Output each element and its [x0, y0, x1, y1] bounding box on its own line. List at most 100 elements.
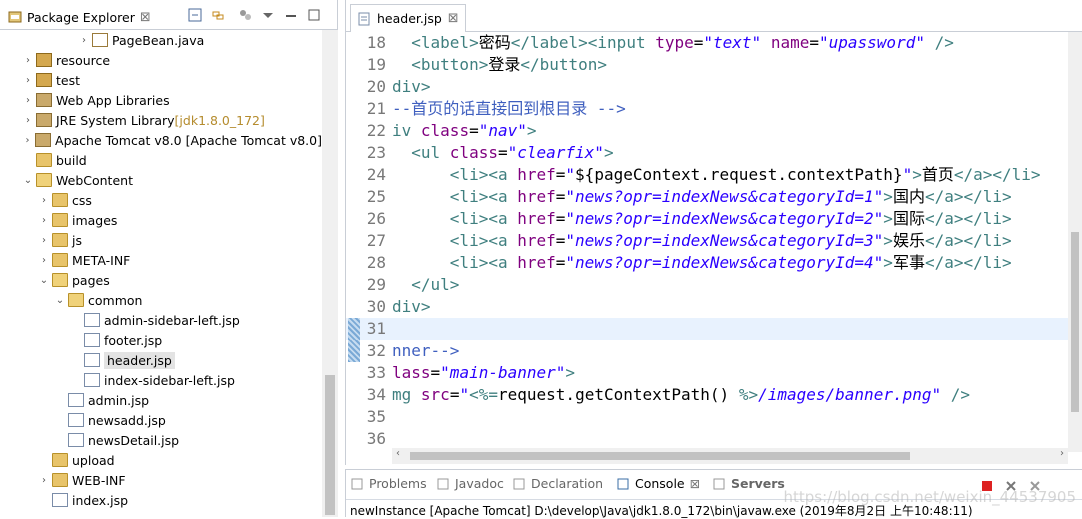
- tree-item[interactable]: › resource: [0, 50, 322, 70]
- tab-declaration[interactable]: Declaration: [512, 476, 603, 491]
- code-line[interactable]: 19 <button>登录</button>: [346, 54, 1082, 76]
- tab-package-explorer[interactable]: Package Explorer ⊠: [4, 6, 155, 28]
- code-line[interactable]: 28 <li><a href="news?opr=indexNews&categ…: [346, 252, 1082, 274]
- code-line[interactable]: 34 mg src="<%=request.getContextPath() %>…: [346, 384, 1082, 406]
- link-with-editor-icon[interactable]: [211, 8, 225, 22]
- code-line[interactable]: 27 <li><a href="news?opr=indexNews&categ…: [346, 230, 1082, 252]
- tree-item[interactable]: › Web App Libraries: [0, 90, 322, 110]
- tree-item[interactable]: newsDetail.jsp: [0, 430, 322, 450]
- code-line[interactable]: 32 nner-->: [346, 340, 1082, 362]
- tree-item[interactable]: › js: [0, 230, 322, 250]
- close-console-icon[interactable]: ⊠: [690, 476, 700, 491]
- change-marker: [348, 340, 360, 362]
- collapsed-arrow-icon[interactable]: ›: [22, 55, 34, 66]
- maximize-icon[interactable]: [307, 8, 321, 22]
- tree-item[interactable]: footer.jsp: [0, 330, 322, 350]
- view-menu-icon[interactable]: [261, 8, 275, 22]
- tree-item[interactable]: build: [0, 150, 322, 170]
- collapsed-arrow-icon[interactable]: ›: [22, 75, 34, 86]
- focus-icon[interactable]: [238, 8, 252, 22]
- close-icon[interactable]: ⊠: [140, 10, 151, 25]
- code-text: lass="main-banner">: [392, 363, 576, 382]
- explorer-scrollbar[interactable]: [322, 30, 338, 517]
- collapsed-arrow-icon[interactable]: ›: [38, 215, 50, 226]
- close-tab-icon[interactable]: ⊠: [448, 11, 459, 26]
- tree-item[interactable]: › WEB-INF: [0, 470, 322, 490]
- tab-servers[interactable]: Servers: [712, 476, 785, 491]
- tree-item[interactable]: › Apache Tomcat v8.0 [Apache Tomcat v8.0]: [0, 130, 323, 150]
- code-line[interactable]: 36: [346, 428, 1082, 450]
- collapsed-arrow-icon[interactable]: ›: [22, 135, 33, 146]
- collapsed-arrow-icon[interactable]: ›: [22, 115, 34, 126]
- tree-item[interactable]: index-sidebar-left.jsp: [0, 370, 322, 390]
- collapsed-arrow-icon[interactable]: ›: [38, 475, 50, 486]
- explorer-scroll-thumb[interactable]: [325, 375, 335, 515]
- code-line[interactable]: 21 --首页的话直接回到根目录 -->: [346, 98, 1082, 120]
- tab-console[interactable]: Console ⊠: [616, 476, 701, 491]
- collapsed-arrow-icon[interactable]: ›: [78, 35, 90, 46]
- code-line[interactable]: 24 <li><a href="${pageContext.request.co…: [346, 164, 1082, 186]
- tree-item[interactable]: › PageBean.java: [0, 30, 322, 50]
- code-line[interactable]: 29 </ul>: [346, 274, 1082, 296]
- tree-item[interactable]: admin.jsp: [0, 390, 322, 410]
- tree-item[interactable]: index.jsp: [0, 490, 322, 510]
- collapsed-arrow-icon[interactable]: ›: [38, 195, 50, 206]
- code-line[interactable]: 18 <label>密码</label><input type="text" n…: [346, 32, 1082, 54]
- tab-header-jsp[interactable]: header.jsp ⊠: [350, 4, 466, 32]
- tree-item-label: Web App Libraries: [56, 92, 170, 108]
- minimize-icon[interactable]: [284, 8, 298, 22]
- code-line[interactable]: 26 <li><a href="news?opr=indexNews&categ…: [346, 208, 1082, 230]
- code-line[interactable]: 23 <ul class="clearfix">: [346, 142, 1082, 164]
- scroll-right-icon[interactable]: ›: [1060, 448, 1064, 459]
- code-area[interactable]: 18 <label>密码</label><input type="text" n…: [346, 32, 1082, 452]
- terminate-icon[interactable]: [980, 479, 994, 493]
- console-tab-label: Javadoc: [455, 476, 504, 491]
- package-explorer-icon: [8, 10, 22, 24]
- code-line[interactable]: 35: [346, 406, 1082, 428]
- tab-javadoc[interactable]: Javadoc: [436, 476, 504, 491]
- collapsed-arrow-icon[interactable]: ›: [38, 255, 50, 266]
- expanded-arrow-icon[interactable]: ⌄: [54, 295, 66, 306]
- collapsed-arrow-icon[interactable]: ›: [38, 235, 50, 246]
- folder-open-icon: [36, 173, 52, 187]
- code-line[interactable]: 25 <li><a href="news?opr=indexNews&categ…: [346, 186, 1082, 208]
- tree-item[interactable]: ⌄ pages: [0, 270, 322, 290]
- code-line[interactable]: 22 iv class="nav">: [346, 120, 1082, 142]
- tree-item[interactable]: › test: [0, 70, 322, 90]
- tree-item-label: images: [72, 212, 118, 228]
- editor-horizontal-scrollbar[interactable]: ‹ ›: [392, 448, 1068, 464]
- tree-item[interactable]: ⌄ common: [0, 290, 322, 310]
- tree-item[interactable]: › css: [0, 190, 322, 210]
- library-icon: [36, 113, 52, 127]
- editor-hscroll-thumb[interactable]: [410, 452, 910, 460]
- tree-item-label: Apache Tomcat v8.0 [Apache Tomcat v8.0]: [55, 132, 322, 148]
- remove-all-icon[interactable]: [1028, 479, 1042, 493]
- code-line[interactable]: 33 lass="main-banner">: [346, 362, 1082, 384]
- tree-item[interactable]: › JRE System Library [jdk1.8.0_172]: [0, 110, 322, 130]
- tree-item[interactable]: upload: [0, 450, 322, 470]
- tree-item-label: newsadd.jsp: [88, 412, 166, 428]
- tree-item[interactable]: › META-INF: [0, 250, 322, 270]
- line-number: 34: [366, 385, 386, 404]
- tree-item[interactable]: › images: [0, 210, 322, 230]
- tree-item[interactable]: header.jsp: [0, 350, 322, 370]
- scroll-left-icon[interactable]: ‹: [396, 448, 400, 459]
- editor-vscroll-thumb[interactable]: [1071, 232, 1079, 412]
- editor-vertical-scrollbar[interactable]: [1068, 32, 1082, 452]
- code-line[interactable]: 30 div>: [346, 296, 1082, 318]
- code-text: mg src="<%=request.getContextPath() %>/i…: [392, 385, 971, 404]
- expanded-arrow-icon[interactable]: ⌄: [38, 275, 50, 286]
- tree-item[interactable]: newsadd.jsp: [0, 410, 322, 430]
- tree-item[interactable]: admin-sidebar-left.jsp: [0, 310, 322, 330]
- code-line[interactable]: 31: [346, 318, 1082, 340]
- remove-launch-icon[interactable]: [1004, 479, 1018, 493]
- tree-item[interactable]: ⌄ WebContent: [0, 170, 322, 190]
- collapsed-arrow-icon[interactable]: ›: [22, 95, 34, 106]
- tree-item-label: WEB-INF: [72, 472, 126, 488]
- folder-icon: [52, 473, 68, 487]
- line-number: 35: [366, 407, 386, 426]
- tab-problems[interactable]: Problems: [350, 476, 427, 491]
- collapse-all-icon[interactable]: [188, 8, 202, 22]
- code-line[interactable]: 20 div>: [346, 76, 1082, 98]
- expanded-arrow-icon[interactable]: ⌄: [22, 175, 34, 186]
